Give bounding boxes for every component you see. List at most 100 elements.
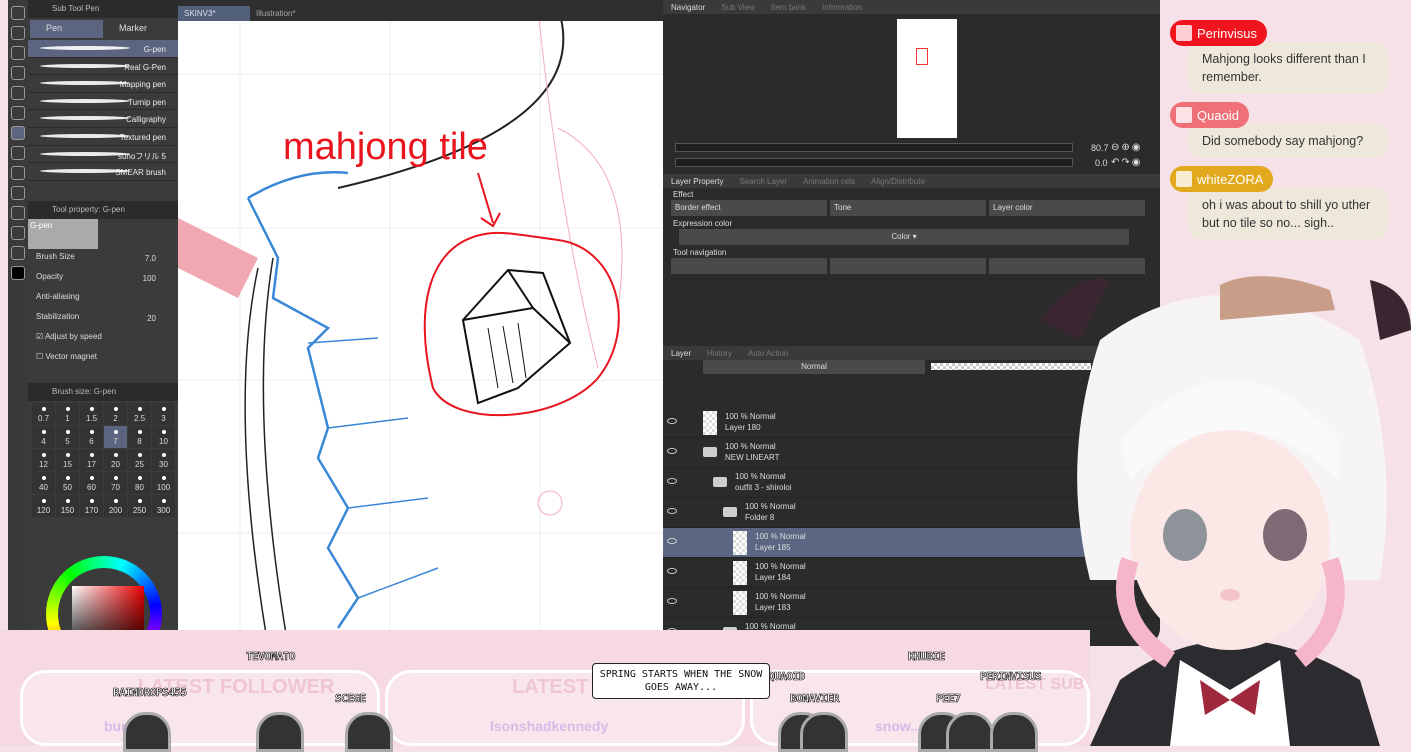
expression-color-select[interactable]: Color ▾ — [679, 229, 1129, 245]
brush-item[interactable]: Calligraphy — [28, 110, 178, 128]
brush-size-preset[interactable]: 1.5 — [80, 402, 103, 425]
navigator-preview[interactable] — [897, 19, 957, 138]
brush-size-preset[interactable]: 120 — [32, 494, 55, 517]
brush-tool-icon[interactable] — [11, 166, 25, 180]
tab-pen[interactable]: Pen — [30, 20, 103, 38]
clip-studio-window: Sub Tool Pen Pen Marker G-pen Real G-Pen M… — [8, 0, 1160, 646]
tab-navigator[interactable]: Navigator — [663, 0, 713, 14]
border-effect-button[interactable]: Border effect — [671, 200, 827, 216]
brush-size-preset[interactable]: 4 — [32, 425, 55, 448]
brush-size-preset[interactable]: 70 — [104, 471, 127, 494]
select-tool-icon[interactable] — [11, 66, 25, 80]
brush-size-preset[interactable]: 80 — [128, 471, 151, 494]
brush-size-preset[interactable]: 12 — [32, 448, 55, 471]
brush-size-preset[interactable]: 40 — [32, 471, 55, 494]
rotate-tool-icon[interactable] — [11, 26, 25, 40]
tab-skinv3[interactable]: SKINV3* — [178, 6, 250, 21]
brush-size-preset[interactable]: 15 — [56, 448, 79, 471]
brush-item[interactable]: SMEAR brush — [28, 163, 178, 181]
tab-marker[interactable]: Marker — [103, 20, 176, 38]
pen-tool-icon[interactable] — [11, 126, 25, 140]
eyedropper-tool-icon[interactable] — [11, 106, 25, 120]
visibility-eye-icon[interactable] — [667, 598, 677, 604]
brush-item[interactable]: G-pen — [28, 40, 178, 58]
antialiasing-selector[interactable]: Anti-aliasing — [28, 289, 178, 309]
visibility-eye-icon[interactable] — [667, 448, 677, 454]
tab-sub-view[interactable]: Sub View — [713, 0, 763, 14]
brush-size-preset[interactable]: 300 — [152, 494, 175, 517]
drawing-canvas[interactable]: mahjong tile — [178, 21, 663, 646]
user-badge-icon — [1176, 107, 1192, 123]
brush-size-preset[interactable]: 170 — [80, 494, 103, 517]
zoom-slider[interactable] — [675, 143, 1073, 152]
chat-username: Perinvisus — [1170, 20, 1267, 46]
brush-size-slider[interactable]: Brush Size 7.0 — [28, 249, 178, 269]
brush-size-preset[interactable]: 2.5 — [128, 402, 151, 425]
tone-button[interactable]: Tone — [830, 200, 986, 216]
brush-item[interactable]: Real G-Pen — [28, 58, 178, 76]
brush-item[interactable]: Textured pen — [28, 128, 178, 146]
text-tool-icon[interactable] — [11, 246, 25, 260]
visibility-eye-icon[interactable] — [667, 568, 677, 574]
visibility-eye-icon[interactable] — [667, 478, 677, 484]
vector-magnet-checkbox[interactable]: ☐ Vector magnet — [28, 349, 178, 363]
stabilization-slider[interactable]: Stabilization 20 — [28, 309, 178, 329]
gradient-tool-icon[interactable] — [11, 226, 25, 240]
brush-size-preset[interactable]: 7 — [104, 425, 127, 448]
tab-layer-property[interactable]: Layer Property — [663, 174, 731, 188]
visibility-eye-icon[interactable] — [667, 538, 677, 544]
color-swatch-icon[interactable] — [11, 266, 25, 280]
tab-auto-action[interactable]: Auto Action — [740, 346, 796, 360]
eraser-tool-icon[interactable] — [11, 186, 25, 200]
tool-nav-button-1[interactable] — [671, 258, 827, 274]
opacity-slider[interactable]: Opacity 100 — [28, 269, 178, 289]
brush-item[interactable]: Turnip pen — [28, 93, 178, 111]
tab-layer[interactable]: Layer — [663, 346, 699, 360]
zoom-buttons-icon[interactable]: ⊖⊕◉ — [1111, 142, 1142, 153]
brush-size-preset[interactable]: 60 — [80, 471, 103, 494]
brush-size-preset[interactable]: 20 — [104, 448, 127, 471]
zoom-tool-icon[interactable] — [11, 6, 25, 20]
move-tool-icon[interactable] — [11, 46, 25, 60]
blend-mode-select[interactable]: Normal — [703, 360, 925, 374]
tab-history[interactable]: History — [699, 346, 740, 360]
brush-size-preset[interactable]: 2 — [104, 402, 127, 425]
zoom-value: 80.7 — [1091, 143, 1109, 153]
adjust-by-speed-checkbox[interactable]: ☑ Adjust by speed — [28, 329, 178, 349]
brush-stroke-preview — [40, 81, 130, 86]
brush-size-preset[interactable]: 17 — [80, 448, 103, 471]
tool-nav-button-2[interactable] — [830, 258, 986, 274]
tab-information[interactable]: Information — [814, 0, 870, 14]
tab-item-bank[interactable]: Item bank — [763, 0, 814, 14]
brush-size-preset[interactable]: 25 — [128, 448, 151, 471]
layer-color-button[interactable]: Layer color — [989, 200, 1145, 216]
fill-tool-icon[interactable] — [11, 206, 25, 220]
brush-size-preset[interactable]: 150 — [56, 494, 79, 517]
brush-size-preset[interactable]: 100 — [152, 471, 175, 494]
brush-size-preset[interactable]: 8 — [128, 425, 151, 448]
tab-align[interactable]: Align/Distribute — [863, 174, 933, 188]
tab-animation-cels[interactable]: Animation cels — [795, 174, 863, 188]
brush-size-preset[interactable]: 0.7 — [32, 402, 55, 425]
brush-item[interactable]: Mapping pen — [28, 75, 178, 93]
brush-size-preset[interactable]: 6 — [80, 425, 103, 448]
brush-size-preset[interactable]: 250 — [128, 494, 151, 517]
pencil-tool-icon[interactable] — [11, 146, 25, 160]
brush-size-preset[interactable]: 200 — [104, 494, 127, 517]
visibility-eye-icon[interactable] — [667, 508, 677, 514]
brush-size-preset[interactable]: 50 — [56, 471, 79, 494]
visibility-eye-icon[interactable] — [667, 418, 677, 424]
rotate-buttons-icon[interactable]: ↶↷◉ — [1111, 157, 1142, 168]
brush-size-preset[interactable]: 3 — [152, 402, 175, 425]
wand-tool-icon[interactable] — [11, 86, 25, 100]
tab-illustration[interactable]: Illustration* — [250, 6, 322, 21]
viewer-name: SCEGE — [335, 692, 367, 706]
layer-thumbnail — [703, 411, 717, 435]
rotation-slider[interactable] — [675, 158, 1073, 167]
brush-size-preset[interactable]: 1 — [56, 402, 79, 425]
brush-item[interactable]: sunoフリル 5 — [28, 146, 178, 164]
tab-search-layer[interactable]: Search Layer — [731, 174, 795, 188]
brush-size-preset[interactable]: 30 — [152, 448, 175, 471]
brush-size-preset[interactable]: 5 — [56, 425, 79, 448]
brush-size-preset[interactable]: 10 — [152, 425, 175, 448]
